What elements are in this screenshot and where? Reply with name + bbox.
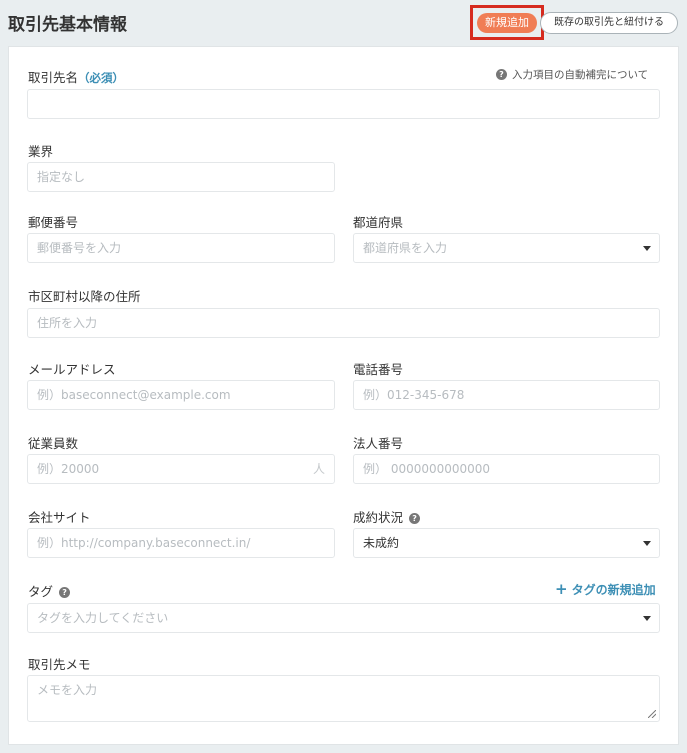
page-title: 取引先基本情報 [8, 15, 127, 35]
industry-select[interactable]: 指定なし [27, 162, 335, 192]
chevron-down-icon [643, 616, 651, 621]
postal-code-label: 郵便番号 [28, 215, 79, 230]
help-icon: ? [496, 69, 507, 80]
employees-input[interactable]: 例）20000 人 [27, 454, 335, 484]
form-card: 取引先名（必須） ? 入力項目の自動補完について 業界 指定なし 郵便番号 郵便番… [8, 46, 679, 745]
prefecture-label: 都道府県 [353, 215, 404, 230]
link-existing-button[interactable]: 既存の取引先と紐付ける [540, 12, 678, 34]
company-name-input[interactable] [27, 89, 660, 119]
add-tag-button[interactable]: + タグの新規追加 [555, 580, 656, 598]
address-label: 市区町村以降の住所 [28, 289, 141, 304]
memo-textarea[interactable]: メモを入力 [27, 675, 660, 722]
required-mark: （必須） [78, 71, 125, 85]
phone-label: 電話番号 [353, 362, 404, 377]
deal-status-select[interactable]: 未成約 [353, 528, 660, 558]
postal-code-input[interactable]: 郵便番号を入力 [27, 233, 335, 263]
help-icon[interactable]: ? [409, 513, 421, 524]
email-input[interactable]: 例）baseconnect@example.com [27, 380, 335, 410]
prefecture-select[interactable]: 都道府県を入力 [353, 233, 660, 263]
chevron-down-icon [643, 246, 651, 251]
email-label: メールアドレス [28, 362, 116, 377]
help-icon[interactable]: ? [59, 587, 71, 598]
deal-status-label: 成約状況? [353, 507, 421, 526]
tags-label: タグ? [28, 581, 71, 600]
corporate-number-input[interactable]: 例） 0000000000000 [353, 454, 660, 484]
website-label: 会社サイト [28, 510, 91, 525]
new-add-button[interactable]: 新規追加 [477, 13, 537, 33]
industry-label: 業界 [28, 144, 54, 159]
employees-unit: 人 [312, 462, 325, 476]
tags-input[interactable]: タグを入力してください [27, 603, 660, 633]
company-name-label: 取引先名（必須） [28, 70, 125, 85]
phone-input[interactable]: 例）012-345-678 [353, 380, 660, 410]
autocomplete-help-link[interactable]: ? 入力項目の自動補完について [496, 67, 648, 82]
employees-label: 従業員数 [28, 436, 79, 451]
corporate-number-label: 法人番号 [353, 436, 404, 451]
website-input[interactable]: 例）http://company.baseconnect.in/ [27, 528, 335, 558]
chevron-down-icon [643, 541, 651, 546]
memo-label: 取引先メモ [28, 657, 91, 672]
address-input[interactable]: 住所を入力 [27, 308, 660, 338]
plus-icon: + [555, 580, 568, 598]
resize-handle-icon[interactable] [648, 710, 656, 718]
